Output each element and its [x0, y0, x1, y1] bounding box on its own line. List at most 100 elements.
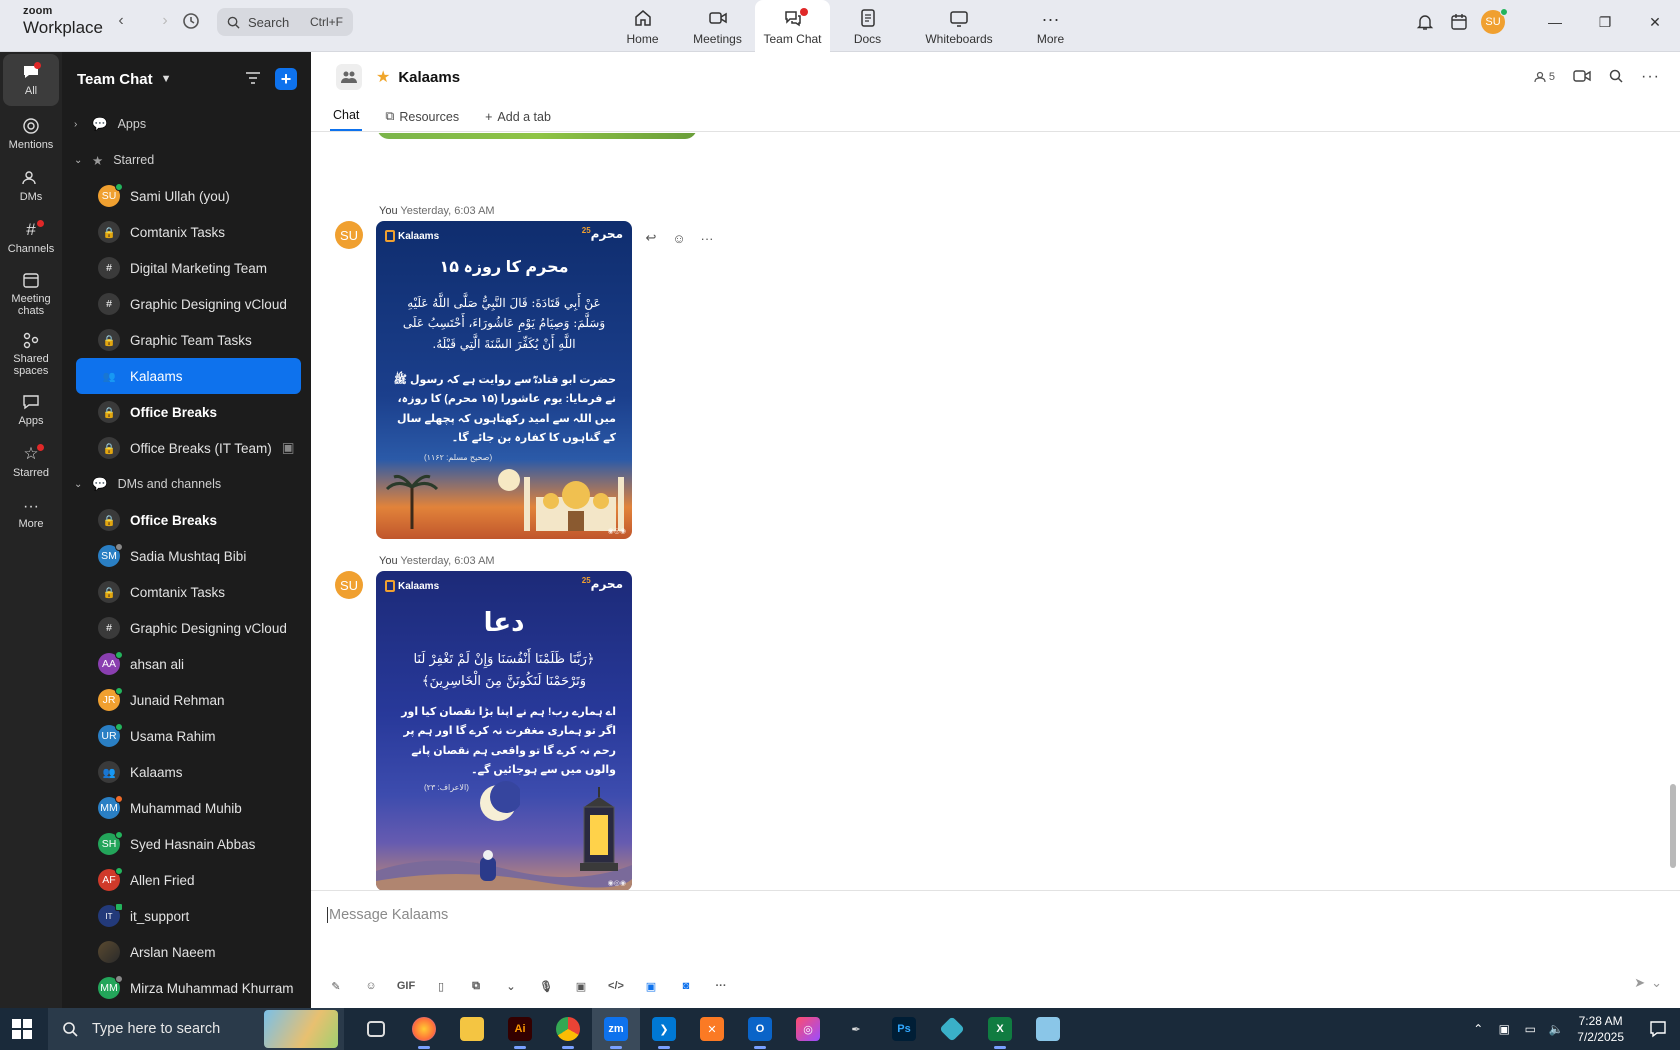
app-icon-1[interactable]: ▣ [640, 975, 662, 997]
close-icon[interactable]: ✕ [1630, 0, 1680, 44]
rail-all[interactable]: All [3, 54, 59, 106]
sender-avatar[interactable]: SU [335, 571, 363, 599]
more-options-icon[interactable]: ··· [1641, 68, 1660, 86]
send-icon[interactable]: ➤ [1634, 975, 1645, 991]
sidebar-item-graphic-team-tasks[interactable]: 🔒 Graphic Team Tasks [76, 322, 301, 358]
taskbar-search[interactable]: Type here to search [48, 1008, 344, 1050]
star-icon[interactable]: ★ [376, 67, 390, 87]
emoji-reaction-icon[interactable]: ☺ [670, 229, 688, 247]
sidebar-item-sami-ullah[interactable]: SU Sami Ullah (you) [76, 178, 301, 214]
tab-docs[interactable]: Docs [830, 0, 905, 52]
sender-avatar[interactable]: SU [335, 221, 363, 249]
sidebar-item-usama-rahim[interactable]: UR Usama Rahim [76, 718, 301, 754]
sidebar-item-arslan-naeem[interactable]: Arslan Naeem [76, 934, 301, 970]
section-starred[interactable]: ⌄ ★ Starred [62, 142, 311, 178]
sidebar-item-comtanix-tasks[interactable]: 🔒 Comtanix Tasks [76, 214, 301, 250]
rail-apps[interactable]: Apps [0, 384, 62, 436]
photoshop-icon[interactable]: Ps [880, 1008, 928, 1050]
back-arrow-icon[interactable]: ‹ [110, 10, 132, 32]
restore-icon[interactable]: ❐ [1580, 0, 1630, 44]
format-text-icon[interactable]: ✎ [325, 975, 347, 997]
new-chat-button[interactable]: + [275, 68, 297, 90]
section-dms-channels[interactable]: ⌄ 💬 DMs and channels [62, 466, 311, 502]
gif-icon[interactable]: GIF [395, 975, 417, 997]
notepad-icon[interactable] [1024, 1008, 1072, 1050]
reply-icon[interactable]: ↩ [642, 229, 660, 247]
chrome-icon[interactable] [544, 1008, 592, 1050]
previous-image-fragment[interactable] [377, 133, 697, 139]
history-icon[interactable] [181, 11, 201, 34]
clock[interactable]: 7:28 AM 7/2/2025 [1577, 1013, 1624, 1045]
section-apps[interactable]: › 💬 Apps [62, 106, 311, 142]
tab-more[interactable]: ··· More [1013, 0, 1088, 52]
rail-channels[interactable]: # Channels [0, 212, 62, 264]
sidebar-item-junaid-rehman[interactable]: JR Junaid Rehman [76, 682, 301, 718]
rail-starred[interactable]: ☆ Starred [0, 436, 62, 488]
chevron-up-icon[interactable]: ⌃ [1465, 1008, 1491, 1050]
image-attachment[interactable]: Kalaams محرم25 ۱۵ محرم کا روزہ عَنْ أَبِ… [376, 221, 632, 539]
zoom-icon[interactable]: zm [592, 1008, 640, 1050]
rail-meeting-chats[interactable]: Meeting chats [0, 264, 62, 324]
sidebar-item-mirza-khurram[interactable]: MM Mirza Muhammad Khurram [76, 970, 301, 1006]
chevron-down-icon[interactable]: ⌄ [1651, 975, 1662, 991]
video-message-icon[interactable]: ▣ [570, 975, 592, 997]
firefox-icon[interactable] [400, 1008, 448, 1050]
sidebar-title[interactable]: Team Chat [77, 71, 153, 88]
more-options-icon[interactable]: ··· [698, 229, 716, 247]
app-icon-2[interactable]: ◙ [675, 975, 697, 997]
profile-avatar[interactable]: SU [1476, 5, 1510, 39]
emoji-icon[interactable]: ☺ [360, 975, 382, 997]
outlook-icon[interactable]: O [736, 1008, 784, 1050]
tab-home[interactable]: Home [605, 0, 680, 52]
tab-whiteboards[interactable]: Whiteboards [905, 0, 1013, 52]
tab-meetings[interactable]: Meetings [680, 0, 755, 52]
sidebar-item-office-breaks-it[interactable]: 🔒 Office Breaks (IT Team) ▣ [76, 430, 301, 466]
video-call-icon[interactable] [1573, 69, 1591, 86]
chevron-down-icon[interactable]: ▼ [161, 73, 172, 85]
sidebar-item-office-breaks[interactable]: 🔒 Office Breaks [76, 394, 301, 430]
bell-icon[interactable] [1408, 5, 1442, 39]
forward-arrow-icon[interactable]: › [154, 10, 176, 32]
xampp-icon[interactable]: ✕ [688, 1008, 736, 1050]
sidebar-item-digital-marketing[interactable]: # Digital Marketing Team [76, 250, 301, 286]
sidebar-item-sadia[interactable]: SM Sadia Mushtaq Bibi [76, 538, 301, 574]
network-icon[interactable]: ▭ [1517, 1008, 1543, 1050]
members-button[interactable]: 5 [1534, 71, 1555, 83]
microphone-icon[interactable]: 🎙 [535, 975, 557, 997]
more-options-icon[interactable]: ··· [710, 975, 732, 997]
tab-team-chat[interactable]: Team Chat [755, 0, 830, 52]
task-view-icon[interactable] [352, 1008, 400, 1050]
pen-tool-icon[interactable]: ✒ [832, 1008, 880, 1050]
tab-add[interactable]: + Add a tab [482, 110, 554, 131]
rail-shared-spaces[interactable]: Shared spaces [0, 324, 62, 384]
channel-name[interactable]: Kalaams [398, 69, 460, 86]
tab-chat[interactable]: Chat [330, 108, 363, 131]
windows-start-icon[interactable] [12, 1019, 32, 1039]
sidebar-item-syed-hasnain[interactable]: SH Syed Hasnain Abbas [76, 826, 301, 862]
vscode-icon[interactable]: ❯ [640, 1008, 688, 1050]
sidebar-item-ahsan-ali[interactable]: AA ahsan ali [76, 646, 301, 682]
sidebar-item-comtanix-tasks-2[interactable]: 🔒 Comtanix Tasks [76, 574, 301, 610]
app-diamond-icon[interactable] [928, 1008, 976, 1050]
sidebar-item-it-support[interactable]: IT it_support [76, 898, 301, 934]
creative-cloud-icon[interactable]: ◎ [784, 1008, 832, 1050]
minimize-icon[interactable]: — [1530, 0, 1580, 44]
sidebar-item-muhammad-muhib[interactable]: MM Muhammad Muhib [76, 790, 301, 826]
calendar-icon[interactable] [1442, 5, 1476, 39]
sidebar-item-graphic-designing[interactable]: # Graphic Designing vCloud [76, 286, 301, 322]
notification-center-icon[interactable] [1636, 1008, 1680, 1050]
speaker-icon[interactable]: 🔈 [1543, 1008, 1569, 1050]
image-attachment[interactable]: Kalaams محرم25 دعا ﴿رَبَّنَا ظَلَمْنَا أ… [376, 571, 632, 891]
rail-more[interactable]: ··· More [0, 488, 62, 540]
tab-resources[interactable]: ⧉ Resources [382, 109, 462, 131]
rail-dms[interactable]: DMs [0, 160, 62, 212]
sidebar-item-office-breaks-2[interactable]: 🔒 Office Breaks [76, 502, 301, 538]
filter-icon[interactable] [245, 71, 261, 88]
scrollbar-thumb[interactable] [1670, 784, 1676, 868]
sidebar-item-allen-fried[interactable]: AF Allen Fried [76, 862, 301, 898]
sidebar-item-graphic-designing-2[interactable]: # Graphic Designing vCloud [76, 610, 301, 646]
excel-icon[interactable]: X [976, 1008, 1024, 1050]
sidebar-item-kalaams-2[interactable]: 👥 Kalaams [76, 754, 301, 790]
illustrator-icon[interactable]: Ai [496, 1008, 544, 1050]
message-input[interactable]: Message Kalaams [327, 907, 448, 923]
